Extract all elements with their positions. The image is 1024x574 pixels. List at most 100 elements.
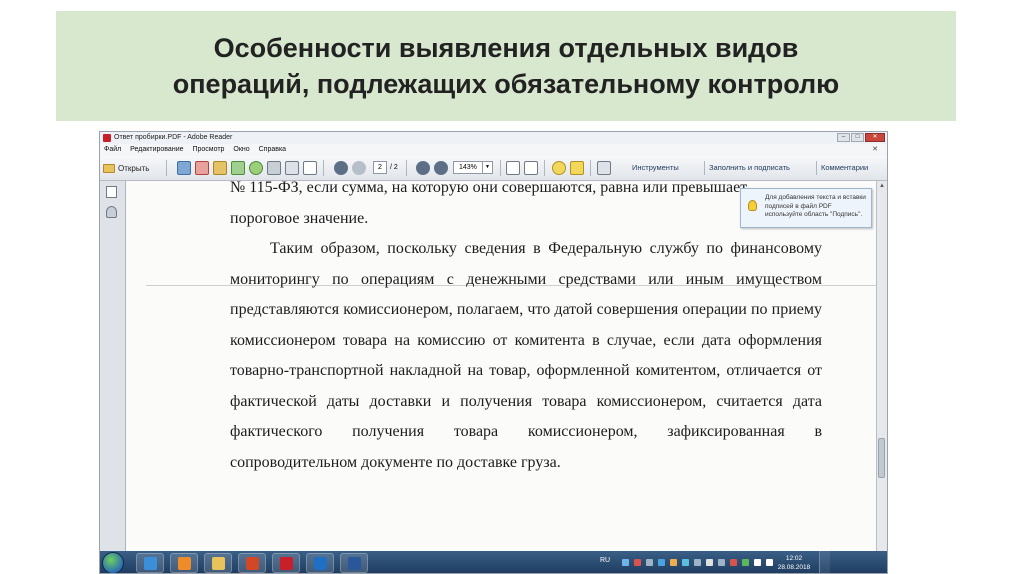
navigation-panel	[100, 181, 126, 551]
window-titlebar[interactable]: Ответ пробирки.PDF - Adobe Reader – □ ✕	[100, 132, 887, 144]
tray-icon[interactable]	[718, 559, 725, 566]
folder-icon	[103, 163, 115, 173]
internet-explorer-icon	[144, 557, 157, 570]
windows-taskbar: RU 12:02 28.08.2018	[100, 551, 887, 573]
system-tray: RU 12:02 28.08.2018	[600, 551, 830, 573]
language-indicator[interactable]: RU	[600, 557, 610, 564]
menu-window[interactable]: Окно	[233, 144, 249, 156]
print-icon[interactable]	[285, 161, 299, 175]
outlook-icon	[314, 557, 327, 570]
document-view[interactable]: № 115-ФЗ, если сумма, на которую они сов…	[126, 181, 878, 551]
menu-view[interactable]: Просмотр	[192, 144, 224, 156]
adobe-reader-icon	[103, 134, 111, 142]
maximize-button[interactable]: □	[851, 133, 864, 142]
scroll-up-icon[interactable]: ▲	[877, 181, 887, 191]
comments-panel-button[interactable]: Комментарии	[816, 161, 872, 175]
tray-icon[interactable]	[670, 559, 677, 566]
taskbar-clock[interactable]: 12:02 28.08.2018	[772, 554, 816, 572]
start-button[interactable]	[102, 552, 124, 573]
comment-icon[interactable]	[552, 161, 566, 175]
powerpoint-icon	[246, 557, 259, 570]
page-total: / 2	[390, 164, 398, 171]
taskbar-app-adobe-reader[interactable]	[272, 553, 300, 573]
tray-icon[interactable]	[646, 559, 653, 566]
attachments-icon[interactable]	[106, 206, 117, 218]
taskbar-app-media-player[interactable]	[170, 553, 198, 573]
email-icon[interactable]	[303, 161, 317, 175]
slide-title-box: Особенности выявления отдельных видов оп…	[56, 11, 956, 121]
tray-icon[interactable]	[634, 559, 641, 566]
toolbar-divider	[590, 160, 591, 176]
adobe-reader-screenshot: Ответ пробирки.PDF - Adobe Reader – □ ✕ …	[99, 131, 888, 574]
slide-title: Особенности выявления отдельных видов оп…	[173, 30, 839, 102]
page-number-input[interactable]: 2	[373, 161, 387, 174]
tray-icon[interactable]	[622, 559, 629, 566]
taskbar-app-outlook[interactable]	[306, 553, 334, 573]
zoom-in-icon[interactable]	[434, 161, 448, 175]
open-button[interactable]: Открыть	[103, 161, 159, 175]
save-icon[interactable]	[267, 161, 281, 175]
document-text: № 115-ФЗ, если сумма, на которую они сов…	[230, 181, 822, 478]
fit-width-icon[interactable]	[524, 161, 538, 175]
menu-help[interactable]: Справка	[259, 144, 286, 156]
tools-panel-button[interactable]: Инструменты	[628, 161, 683, 175]
highlight-icon[interactable]	[570, 161, 584, 175]
tray-icon[interactable]	[706, 559, 713, 566]
slide-title-line2: операций, подлежащих обязательному контр…	[172, 69, 840, 99]
cloud-upload-icon[interactable]	[249, 161, 263, 175]
tray-icon[interactable]	[742, 559, 749, 566]
tray-icon[interactable]	[694, 559, 701, 566]
vertical-scrollbar[interactable]: ▲	[876, 181, 887, 551]
signature-tooltip[interactable]: Для добавления текста и вставки подписей…	[740, 188, 872, 228]
zoom-value: 143%	[459, 164, 477, 171]
zoom-out-icon[interactable]	[416, 161, 430, 175]
toolbar-divider	[544, 160, 545, 176]
taskbar-app-word[interactable]	[340, 553, 368, 573]
slide-title-line1: Особенности выявления отдельных видов	[213, 33, 799, 63]
document-line-threshold: пороговое значение.	[230, 209, 369, 227]
tray-icon[interactable]	[658, 559, 665, 566]
fit-page-icon[interactable]	[506, 161, 520, 175]
tooltip-text: Для добавления текста и вставки подписей…	[765, 194, 866, 218]
full-screen-icon[interactable]	[597, 161, 611, 175]
document-paragraph: Таким образом, поскольку сведения в Феде…	[230, 240, 822, 471]
show-desktop-button[interactable]	[819, 551, 830, 573]
tray-icon[interactable]	[730, 559, 737, 566]
minimize-button[interactable]: –	[837, 133, 850, 142]
clock-time: 12:02	[785, 555, 803, 562]
main-toolbar: Открыть 2 / 2 143% ▼ Инструменты Заполни…	[100, 156, 887, 181]
edit-pdf-icon[interactable]	[213, 161, 227, 175]
page-thumbnails-icon[interactable]	[106, 186, 117, 198]
folder-icon	[212, 557, 225, 570]
zoom-select[interactable]: 143% ▼	[453, 161, 493, 174]
taskbar-app-internet-explorer[interactable]	[136, 553, 164, 573]
chevron-down-icon[interactable]: ▼	[482, 162, 492, 173]
send-icon[interactable]	[231, 161, 245, 175]
scrollbar-thumb[interactable]	[878, 438, 885, 478]
toolbar-divider	[500, 160, 501, 176]
menu-edit[interactable]: Редактирование	[130, 144, 183, 156]
window-controls: – □ ✕	[837, 133, 885, 142]
lightbulb-icon	[748, 200, 757, 211]
open-label: Открыть	[118, 163, 150, 173]
network-icon[interactable]	[754, 559, 761, 566]
taskbar-app-explorer[interactable]	[204, 553, 232, 573]
toolbar-divider	[166, 160, 167, 176]
window-title: Ответ пробирки.PDF - Adobe Reader	[114, 134, 233, 141]
clock-date: 28.08.2018	[777, 564, 811, 571]
menu-bar: Файл Редактирование Просмотр Окно Справк…	[100, 144, 887, 156]
toolbar-divider	[406, 160, 407, 176]
previous-page-icon[interactable]	[334, 161, 348, 175]
close-window-button[interactable]: ✕	[865, 133, 885, 142]
document-line-top: № 115-ФЗ, если сумма, на которую они сов…	[230, 181, 748, 196]
fill-sign-panel-button[interactable]: Заполнить и подписать	[704, 161, 794, 175]
taskbar-app-powerpoint[interactable]	[238, 553, 266, 573]
toolbar-divider	[323, 160, 324, 176]
next-page-icon[interactable]	[352, 161, 366, 175]
media-player-icon	[178, 557, 191, 570]
export-pdf-icon[interactable]	[195, 161, 209, 175]
menu-file[interactable]: Файл	[104, 144, 121, 156]
create-pdf-icon[interactable]	[177, 161, 191, 175]
close-document-icon[interactable]: ✕	[872, 144, 878, 156]
tray-icon[interactable]	[682, 559, 689, 566]
